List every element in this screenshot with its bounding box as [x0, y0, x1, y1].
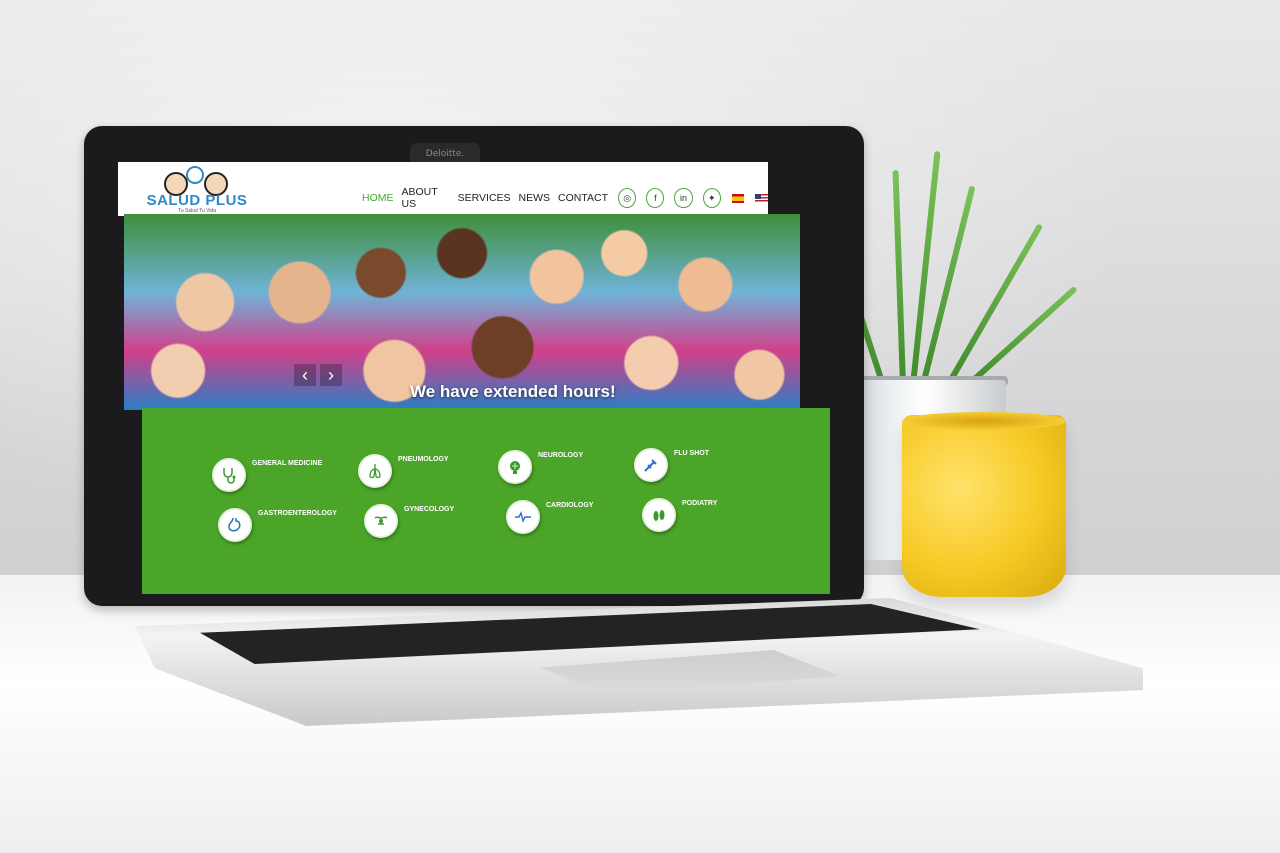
nav-contact[interactable]: CONTACT [558, 192, 608, 204]
service-cardiology[interactable]: CARDIOLOGY [506, 500, 593, 534]
service-podiatry[interactable]: PODIATRY [642, 498, 717, 532]
service-pneumology[interactable]: PNEUMOLOGY [358, 454, 449, 488]
service-label: CARDIOLOGY [546, 502, 594, 509]
nav-services[interactable]: SERVICES [458, 192, 511, 204]
nav-home[interactable]: HOME [362, 192, 394, 204]
service-gynecology[interactable]: GYNECOLOGY [364, 504, 454, 538]
brain-icon [498, 450, 532, 484]
slider-next-icon[interactable]: › [320, 364, 342, 386]
us-flag-icon[interactable] [755, 193, 769, 203]
service-label: FLU SHOT [674, 450, 709, 457]
stethoscope-icon [212, 458, 246, 492]
logo[interactable]: SALUD PLUS Tu Salud Tu Vida [142, 166, 252, 214]
service-gastroenterology[interactable]: GASTROENTEROLOGY [218, 508, 337, 542]
main-nav: HOME ABOUT US SERVICES NEWS CONTACT ◎ f … [362, 186, 769, 210]
facebook-icon[interactable]: f [646, 188, 665, 208]
logo-text: SALUD PLUS [146, 192, 248, 209]
stomach-icon [218, 508, 252, 542]
nav-about-us[interactable]: ABOUT US [402, 186, 450, 210]
twitter-icon[interactable]: ✦ [702, 188, 721, 208]
service-flu-shot[interactable]: FLU SHOT [634, 448, 709, 482]
feet-icon [642, 498, 676, 532]
logo-faces-icon [160, 166, 230, 196]
service-label: PNEUMOLOGY [398, 456, 449, 463]
slider-prev-icon[interactable]: ‹ [294, 364, 316, 386]
instagram-icon[interactable]: ◎ [618, 188, 637, 208]
spanish-flag-icon[interactable] [731, 193, 745, 203]
service-general-medicine[interactable]: GENERAL MEDICINE [212, 458, 322, 492]
hero-caption: We have extended hours! [410, 382, 616, 401]
service-label: PODIATRY [682, 500, 718, 507]
services-section: GENERAL MEDICINE PNEUMOLOGY NEUROLOGY FL… [142, 408, 830, 594]
service-neurology[interactable]: NEUROLOGY [498, 450, 583, 484]
syringe-icon [634, 448, 668, 482]
hero-slider: ‹ › We have extended hours! [124, 214, 800, 410]
linkedin-icon[interactable]: in [674, 188, 693, 208]
laptop-screen: SALUD PLUS Tu Salud Tu Vida HOME ABOUT U… [118, 162, 830, 594]
nav-news[interactable]: NEWS [519, 192, 551, 204]
lungs-icon [358, 454, 392, 488]
service-label: GENERAL MEDICINE [252, 460, 323, 467]
uterus-icon [364, 504, 398, 538]
service-label: NEUROLOGY [538, 452, 584, 459]
service-label: GASTROENTEROLOGY [258, 510, 337, 517]
site-header: SALUD PLUS Tu Salud Tu Vida HOME ABOUT U… [118, 162, 769, 216]
heartbeat-icon [506, 500, 540, 534]
service-label: GYNECOLOGY [404, 506, 455, 513]
